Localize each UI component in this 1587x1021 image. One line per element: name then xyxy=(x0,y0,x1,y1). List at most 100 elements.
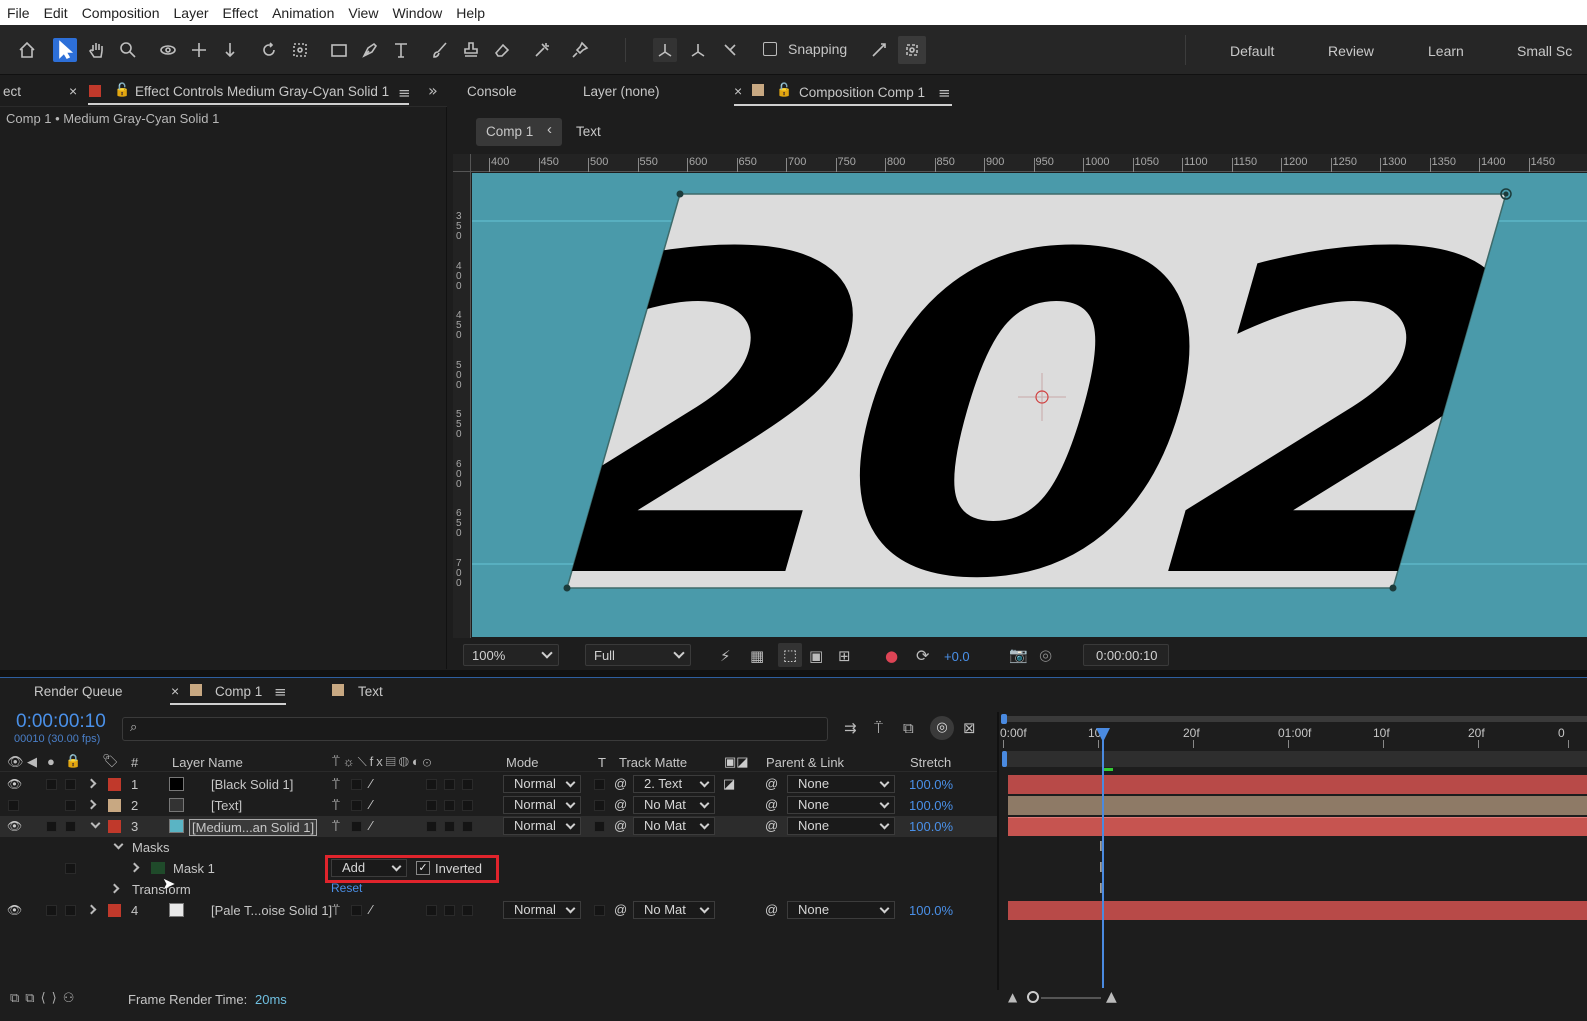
workspace-learn[interactable]: Learn xyxy=(1428,43,1464,59)
close-tab-icon[interactable]: × xyxy=(734,83,742,99)
solo-toggle[interactable] xyxy=(46,821,57,832)
mask-vertex-bottom-right[interactable] xyxy=(1389,584,1397,592)
preserve-transparency-toggle[interactable] xyxy=(594,779,605,790)
transform-reset-link[interactable]: Reset xyxy=(331,881,362,895)
motion-blur-switch[interactable] xyxy=(426,779,437,790)
adjustment-switch[interactable] xyxy=(444,800,455,811)
parent-pickwhip-icon[interactable]: @ xyxy=(765,776,778,791)
layer-mode-dropdown[interactable]: Normal xyxy=(503,817,581,835)
lock-toggle[interactable] xyxy=(65,800,76,811)
menu-layer[interactable]: Layer xyxy=(167,5,216,21)
workspace-review[interactable]: Review xyxy=(1328,43,1374,59)
layer-name[interactable]: [Black Solid 1] xyxy=(211,777,293,792)
layer-name[interactable]: [Pale T...oise Solid 1] xyxy=(211,903,332,918)
parent-pickwhip-icon[interactable]: @ xyxy=(765,818,778,833)
roto-brush-icon[interactable] xyxy=(530,38,554,62)
viewer-timecode[interactable]: 0:00:00:10 xyxy=(1083,644,1169,666)
close-tab-icon[interactable]: × xyxy=(69,83,77,99)
menu-composition[interactable]: Composition xyxy=(75,5,167,21)
parent-dropdown[interactable]: None xyxy=(787,817,895,835)
eye-column-icon[interactable]: 👁 xyxy=(7,754,24,770)
color-management-icon[interactable]: ⟳ xyxy=(916,646,929,665)
track-matte-pickwhip-icon[interactable]: @ xyxy=(614,797,627,812)
fast-previews-icon[interactable]: ⚡ xyxy=(720,647,731,665)
shy-switch-icon[interactable]: ⍡ xyxy=(332,777,340,793)
inverted-checkbox[interactable]: ✓ xyxy=(416,861,430,875)
lock-toggle[interactable] xyxy=(65,821,76,832)
layer-row[interactable]: 👁 1 [Black Solid 1] ⍡ ⁄ Normal @ 2. Text… xyxy=(0,774,998,795)
layer-name[interactable]: [Medium...an Solid 1] xyxy=(189,819,318,836)
layer-row[interactable]: 👁 4 [Pale T...oise Solid 1] ⍡ ⁄ Normal @… xyxy=(0,900,998,921)
quality-switch[interactable] xyxy=(351,779,362,790)
motion-blur-switch[interactable] xyxy=(426,800,437,811)
zoom-slider-track[interactable] xyxy=(1041,997,1101,999)
mask1-name[interactable]: Mask 1 xyxy=(173,861,215,876)
quality-slash-icon[interactable]: ⁄ xyxy=(370,797,372,812)
3d-layer-switch[interactable] xyxy=(462,779,473,790)
shy-switch-icon[interactable]: ⍡ xyxy=(332,903,340,919)
solo-toggle[interactable] xyxy=(8,800,19,811)
layer-row[interactable]: 2 [Text] ⍡ ⁄ Normal @ No Mat @ None 100.… xyxy=(0,795,998,816)
motion-blur-switch[interactable] xyxy=(426,905,437,916)
view-axis-icon[interactable] xyxy=(718,38,742,62)
stretch-value[interactable]: 100.0% xyxy=(909,819,953,834)
comp-mini-flowchart-icon[interactable]: ⇉ xyxy=(844,719,857,737)
lock-column-icon[interactable]: 🔒 xyxy=(65,753,81,769)
resolution-dropdown[interactable]: Full xyxy=(585,644,691,666)
visibility-eye-icon[interactable]: 👁 xyxy=(7,777,22,791)
tab-text[interactable]: Text xyxy=(358,684,383,699)
menu-file[interactable]: File xyxy=(0,5,37,21)
timeline-search-input[interactable] xyxy=(122,717,828,741)
quality-switch[interactable] xyxy=(351,821,362,832)
pan-camera-icon[interactable] xyxy=(187,38,211,62)
anchor-point-tool-icon[interactable] xyxy=(288,38,312,62)
masks-expand-icon[interactable] xyxy=(113,839,124,850)
layer-expand-icon[interactable] xyxy=(86,904,97,915)
layer-label-color[interactable] xyxy=(108,778,121,791)
adjustment-switch[interactable] xyxy=(444,779,455,790)
layer-expand-icon[interactable] xyxy=(90,818,101,829)
visibility-eye-icon[interactable]: 👁 xyxy=(7,903,22,917)
current-time-display[interactable]: 0:00:00:10 xyxy=(16,711,106,733)
grid-guides-icon[interactable]: ⊞ xyxy=(838,647,851,665)
3d-layer-switch[interactable] xyxy=(462,800,473,811)
zoom-slider-handle[interactable] xyxy=(1027,991,1039,1003)
layer-expand-icon[interactable] xyxy=(86,799,97,810)
snapping-checkbox[interactable] xyxy=(763,42,777,56)
preserve-transparency-toggle[interactable] xyxy=(594,800,605,811)
clone-stamp-icon[interactable] xyxy=(459,38,483,62)
zoom-dropdown[interactable]: 100% xyxy=(463,644,559,666)
preserve-transparency-toggle[interactable] xyxy=(594,905,605,916)
mask-mode-dropdown[interactable]: Add xyxy=(331,859,407,877)
track-matte-pickwhip-icon[interactable]: @ xyxy=(614,902,627,917)
menu-animation[interactable]: Animation xyxy=(265,5,341,21)
region-of-interest-icon[interactable]: ▣ xyxy=(809,647,823,665)
tab-comp1[interactable]: Comp 1 xyxy=(215,684,262,699)
motion-blur-switch[interactable] xyxy=(426,821,437,832)
track-matte-dropdown[interactable]: No Mat xyxy=(633,817,715,835)
panel-menu-icon[interactable]: ≡ xyxy=(938,84,951,102)
show-snapshot-icon[interactable]: ◎ xyxy=(1039,646,1052,664)
solo-column-icon[interactable]: ● xyxy=(47,754,55,769)
playhead-handle[interactable] xyxy=(1096,728,1110,742)
eraser-tool-icon[interactable] xyxy=(490,38,514,62)
layer-row[interactable]: 👁 3 [Medium...an Solid 1] ⍡ ⁄ Normal @ N… xyxy=(0,816,998,837)
shy-layers-icon[interactable]: ⍡ xyxy=(874,719,883,737)
workspace-default[interactable]: Default xyxy=(1230,43,1274,59)
orbit-camera-icon[interactable] xyxy=(156,38,180,62)
layer-mode-dropdown[interactable]: Normal xyxy=(503,775,581,793)
shy-switch-icon[interactable]: ⍡ xyxy=(332,798,340,814)
parent-dropdown[interactable]: None xyxy=(787,796,895,814)
zoom-tool-icon[interactable] xyxy=(116,38,140,62)
track-matte-dropdown[interactable]: 2. Text xyxy=(633,775,715,793)
transparency-grid-icon[interactable]: ▦ xyxy=(750,647,764,665)
layer-mode-dropdown[interactable]: Normal xyxy=(503,796,581,814)
lock-toggle[interactable] xyxy=(65,779,76,790)
parent-pickwhip-icon[interactable]: @ xyxy=(765,902,778,917)
snapshot-camera-icon[interactable]: 📷 xyxy=(1009,646,1028,664)
mask1-color-swatch[interactable] xyxy=(151,862,165,874)
quality-slash-icon[interactable]: ⁄ xyxy=(370,818,372,833)
stretch-value[interactable]: 100.0% xyxy=(909,798,953,813)
tab-console[interactable]: Console xyxy=(467,84,517,99)
effect-controls-tab[interactable]: Effect Controls Medium Gray-Cyan Solid 1 xyxy=(135,84,389,99)
